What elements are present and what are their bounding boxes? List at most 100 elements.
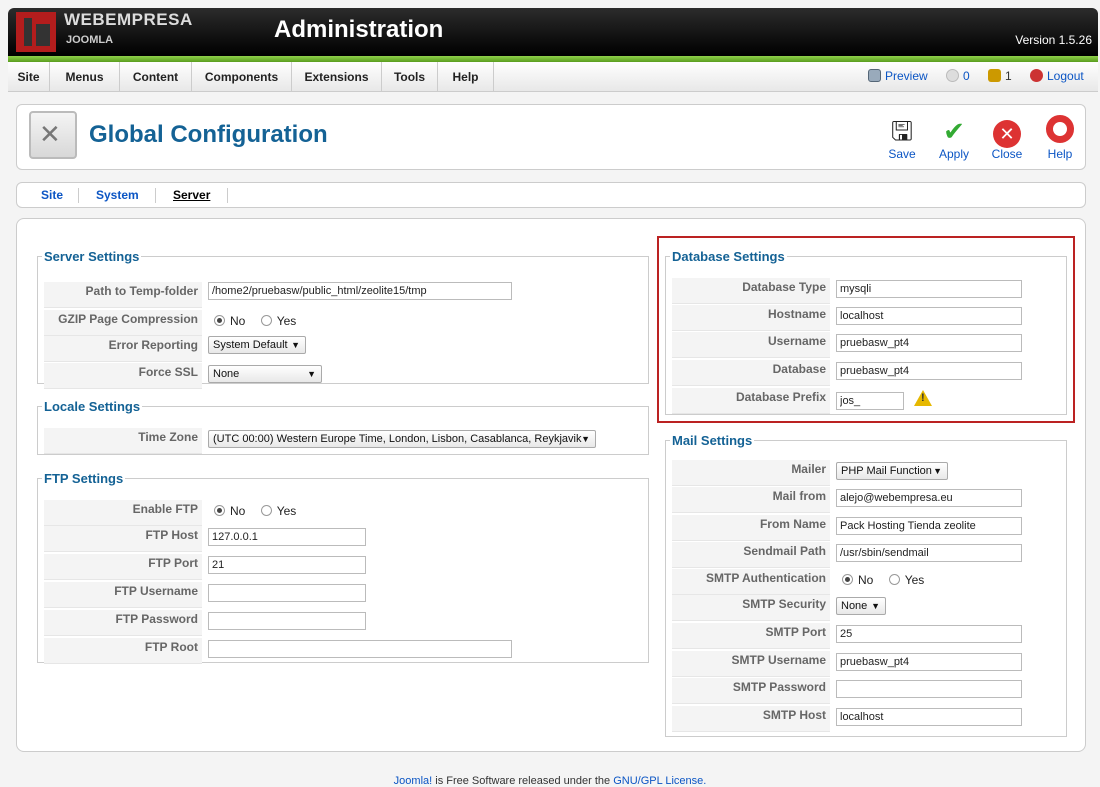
tab-server[interactable]: Server	[173, 188, 210, 202]
smtp-port-input[interactable]	[836, 625, 1022, 643]
ftp-root-label: FTP Root	[44, 638, 202, 664]
db-name-input[interactable]	[836, 362, 1022, 380]
ftp-root-input[interactable]	[208, 640, 512, 658]
mail-settings: Mail Settings Mailer PHP Mail Function ▼ …	[665, 433, 1067, 737]
users-online: 1	[988, 62, 1012, 92]
ftp-settings: FTP Settings Enable FTP No Yes FTP Host …	[37, 471, 649, 664]
main-menu: Site Menus Content Components Extensions…	[8, 62, 1098, 92]
apply-label: Apply	[938, 147, 970, 161]
mail-from-row: Mail from	[672, 487, 1062, 513]
ftp-username-label: FTP Username	[44, 582, 202, 608]
license-link[interactable]: GNU/GPL License.	[613, 775, 706, 787]
smtp-password-input[interactable]	[836, 680, 1022, 698]
ftp-yes-label: Yes	[276, 504, 297, 518]
force-ssl-select[interactable]: None ▼	[208, 365, 322, 383]
chevron-down-icon: ▼	[581, 434, 590, 444]
from-name-row: From Name	[672, 515, 1062, 541]
help-button[interactable]: Help	[1036, 115, 1084, 161]
mail-from-input[interactable]	[836, 489, 1022, 507]
mail-from-label: Mail from	[672, 487, 830, 513]
force-ssl-label: Force SSL	[44, 363, 202, 389]
db-user-input[interactable]	[836, 334, 1022, 352]
ftp-host-input[interactable]	[208, 528, 366, 546]
ftp-port-label: FTP Port	[44, 554, 202, 580]
menu-site[interactable]: Site	[8, 62, 50, 92]
ftp-username-input[interactable]	[208, 584, 366, 602]
smtp-security-label: SMTP Security	[672, 595, 830, 621]
menu-content[interactable]: Content	[120, 62, 192, 92]
gzip-label: GZIP Page Compression	[44, 310, 202, 336]
force-ssl-value: None	[213, 368, 240, 380]
tab-site[interactable]: Site	[41, 188, 63, 202]
gzip-yes-radio[interactable]	[260, 315, 272, 326]
gzip-no-radio[interactable]	[214, 315, 225, 326]
ftp-legend: FTP Settings	[44, 471, 124, 486]
save-button[interactable]: 🖫 Save	[878, 115, 926, 161]
timezone-select[interactable]: (UTC 00:00) Western Europe Time, London,…	[208, 430, 596, 448]
ftp-no-radio[interactable]	[214, 505, 225, 516]
tab-separator	[155, 188, 156, 203]
db-host-input[interactable]	[836, 307, 1022, 325]
menu-extensions[interactable]: Extensions	[292, 62, 382, 92]
joomla-link[interactable]: Joomla!	[394, 775, 433, 787]
smtp-username-input[interactable]	[836, 653, 1022, 671]
messages-link[interactable]: 0	[946, 62, 970, 92]
sendmail-input[interactable]	[836, 544, 1022, 562]
db-prefix-input[interactable]	[836, 392, 904, 410]
save-label: Save	[888, 147, 916, 161]
lifebuoy-icon	[1036, 115, 1084, 147]
mailer-select[interactable]: PHP Mail Function ▼	[836, 462, 948, 480]
logout-label: Logout	[1047, 69, 1084, 83]
messages-count: 0	[963, 69, 970, 83]
enable-ftp-radio-group: No Yes	[214, 504, 296, 518]
ftp-yes-radio[interactable]	[260, 505, 272, 516]
db-prefix-label: Database Prefix	[672, 388, 830, 414]
database-legend: Database Settings	[672, 249, 785, 264]
ftp-port-input[interactable]	[208, 556, 366, 574]
menu-help[interactable]: Help	[438, 62, 494, 92]
timezone-row: Time Zone (UTC 00:00) Western Europe Tim…	[44, 428, 644, 454]
smtp-security-select[interactable]: None ▼	[836, 597, 886, 615]
from-name-input[interactable]	[836, 517, 1022, 535]
admin-title: Administration	[274, 16, 444, 43]
messages-icon	[946, 69, 959, 82]
smtp-password-label: SMTP Password	[672, 678, 830, 704]
db-type-input[interactable]	[836, 280, 1022, 298]
gzip-no-label: No	[230, 314, 246, 328]
smtp-username-row: SMTP Username	[672, 651, 1062, 677]
gzip-row: GZIP Page Compression No Yes	[44, 310, 644, 336]
smtp-password-row: SMTP Password	[672, 678, 1062, 704]
temp-folder-input[interactable]	[208, 282, 512, 300]
gzip-yes-label: Yes	[276, 314, 297, 328]
db-host-label: Hostname	[672, 305, 830, 331]
smtp-auth-radio-group: No Yes	[842, 573, 924, 587]
preview-label: Preview	[885, 69, 928, 83]
logout-link[interactable]: Logout	[1030, 62, 1084, 92]
menu-menus[interactable]: Menus	[50, 62, 120, 92]
tab-system[interactable]: System	[96, 188, 139, 202]
ftp-host-row: FTP Host	[44, 526, 644, 552]
preview-link[interactable]: Preview	[868, 62, 928, 92]
smtp-auth-yes-radio[interactable]	[888, 574, 900, 585]
check-icon: ✔	[943, 116, 965, 146]
menu-components[interactable]: Components	[192, 62, 292, 92]
ftp-password-input[interactable]	[208, 612, 366, 630]
toolbar-panel: ✕ Global Configuration 🖫 Save ✔ Apply ✕ …	[16, 104, 1086, 170]
close-label: Close	[991, 147, 1023, 161]
error-reporting-label: Error Reporting	[44, 336, 202, 362]
db-type-label: Database Type	[672, 278, 830, 304]
apply-button[interactable]: ✔ Apply	[930, 115, 978, 161]
close-button[interactable]: ✕ Close	[983, 115, 1031, 161]
smtp-port-label: SMTP Port	[672, 623, 830, 649]
timezone-value: (UTC 00:00) Western Europe Time, London,…	[213, 433, 582, 445]
header-bar: WEBEMPRESA JOOMLA Administration Version…	[8, 8, 1098, 56]
smtp-auth-no-radio[interactable]	[842, 574, 853, 585]
error-reporting-select[interactable]: System Default ▼	[208, 336, 306, 354]
smtp-host-input[interactable]	[836, 708, 1022, 726]
ftp-username-row: FTP Username	[44, 582, 644, 608]
menu-tools[interactable]: Tools	[382, 62, 438, 92]
sendmail-label: Sendmail Path	[672, 542, 830, 568]
timezone-label: Time Zone	[44, 428, 202, 454]
db-host-row: Hostname	[672, 305, 1062, 331]
from-name-label: From Name	[672, 515, 830, 541]
